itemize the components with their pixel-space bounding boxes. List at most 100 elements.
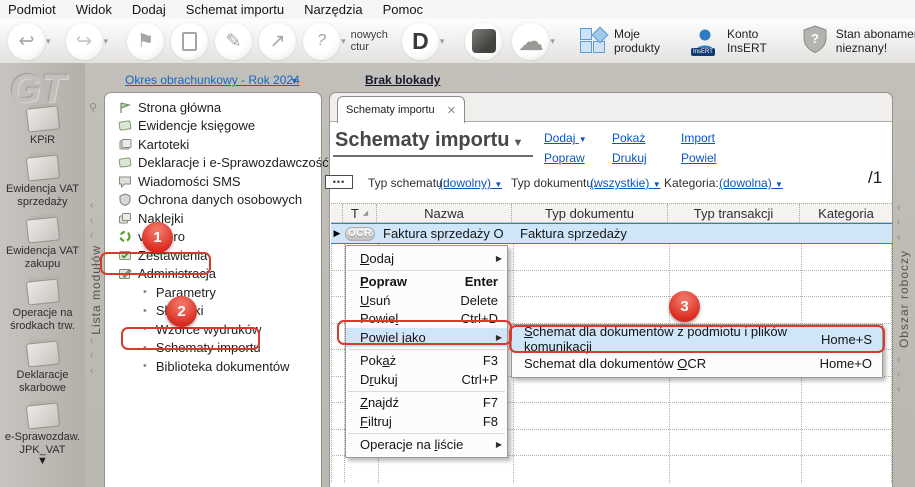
link-pokaz[interactable]: Pokaż xyxy=(612,131,645,145)
sidebar-module-ewidencja-vat-zakupu[interactable]: Ewidencja VAT zakupu xyxy=(0,218,85,271)
period-dropdown-icon[interactable]: ▼ xyxy=(290,76,299,86)
fixed-assets-icon xyxy=(25,278,59,305)
menu-dodaj[interactable]: Dodaj xyxy=(132,2,166,17)
help-bubble-button[interactable]: ? xyxy=(303,23,340,60)
highlight-box-administracja xyxy=(100,252,211,275)
cloud-icon: ☁ xyxy=(518,26,544,57)
module-list-strip[interactable]: ⚲ ‹ ‹ ‹ Lista modułów ‹ ‹ ‹ xyxy=(86,63,104,487)
truncated-toolbar-label: nowych ctur xyxy=(351,29,388,53)
tree-item-ochrona-danych[interactable]: Ochrona danych osobowych xyxy=(105,191,321,210)
tree-item-ewidencje-ksiegowe[interactable]: Ewidencje księgowe xyxy=(105,117,321,136)
sidebar-module-kpir[interactable]: KPiR xyxy=(0,107,85,147)
context-menu-item-dodaj[interactable]: Dodaj ▶ xyxy=(346,249,507,268)
workspace-strip-label: Obszar roboczy xyxy=(897,250,911,348)
sidebar-module-jpk-vat[interactable]: e-Sprawozdaw. JPK_VAT xyxy=(0,404,85,457)
submenu-item-schemat-ocr[interactable]: Schemat dla dokumentów OCR Home+O xyxy=(512,351,882,375)
more-options-button[interactable]: ••• xyxy=(325,175,353,189)
cube-button[interactable] xyxy=(465,23,502,60)
menu-separator xyxy=(348,349,505,350)
workspace-strip[interactable]: ‹ ‹ ‹ Obszar roboczy ‹ ‹ ‹ xyxy=(893,92,915,487)
cell-typ-dokumentu: Faktura sprzedaży xyxy=(512,224,668,243)
tree-item-slowniki[interactable]: • Słowniki xyxy=(105,302,321,321)
row-marker-icon: ▶ xyxy=(331,224,343,243)
menu-narzedzia[interactable]: Narzędzia xyxy=(304,2,363,17)
chevron-left-icon: ‹ xyxy=(90,335,93,346)
tree-item-naklejki[interactable]: Naklejki xyxy=(105,209,321,228)
cloud-dropdown-icon[interactable]: ▾ xyxy=(550,36,555,47)
home-flag-icon xyxy=(118,101,132,114)
cloud-button[interactable]: ☁ xyxy=(512,23,549,60)
context-menu-item-usun[interactable]: Usuń Delete xyxy=(346,291,507,310)
highlight-box-schematy-importu xyxy=(121,327,260,350)
more-modules-icon[interactable]: ▼ xyxy=(0,455,85,467)
filter-kategoria-value[interactable]: (dowolna) ▼ xyxy=(719,176,783,190)
labels-icon xyxy=(118,212,132,225)
forward-dropdown-icon[interactable]: ▾ xyxy=(104,36,109,47)
products-squares-icon xyxy=(580,28,607,55)
sort-icon: ◢ xyxy=(363,209,368,217)
new-document-button[interactable] xyxy=(171,23,208,60)
import-document-button[interactable]: ↗ xyxy=(259,23,296,60)
filter-typ-schematu-value[interactable]: (dowolny) ▼ xyxy=(439,176,502,190)
column-header-typ-transakcji[interactable]: Typ transakcji xyxy=(668,204,800,222)
link-dodaj[interactable]: Dodaj ▼ xyxy=(544,131,587,145)
menu-podmiot[interactable]: Podmiot xyxy=(8,2,56,17)
context-menu-item-drukuj[interactable]: Drukuj Ctrl+P xyxy=(346,370,507,389)
konto-insert-button[interactable]: InsERT Konto InsERT xyxy=(690,26,767,56)
edit-document-button[interactable]: ✎ xyxy=(215,23,252,60)
period-link[interactable]: Okres obrachunkowy - Rok 2024 xyxy=(125,73,300,87)
cell-nazwa: Faktura sprzedaży O xyxy=(377,224,512,243)
d-button[interactable]: D xyxy=(402,23,439,60)
sms-icon xyxy=(118,175,132,188)
menu-widok[interactable]: Widok xyxy=(76,2,112,17)
moje-produkty-button[interactable]: Moje produkty xyxy=(580,27,660,55)
help-dropdown-icon[interactable]: ▾ xyxy=(341,36,346,47)
vendero-icon xyxy=(118,230,132,243)
context-menu-item-operacje-na-liscie[interactable]: Operacje na liście ▶ xyxy=(346,436,507,455)
back-dropdown-icon[interactable]: ▾ xyxy=(46,36,51,47)
tree-item-vendero[interactable]: vendero xyxy=(105,228,321,247)
tree-item-parametry[interactable]: • Parametry xyxy=(105,283,321,302)
column-header-t[interactable]: T◢ xyxy=(343,204,377,222)
context-menu-item-pokaz[interactable]: Pokaż F3 xyxy=(346,352,507,371)
chevron-left-icon: ‹ xyxy=(90,200,93,211)
tree-item-strona-glowna[interactable]: Strona główna xyxy=(105,98,321,117)
link-powiel[interactable]: Powiel xyxy=(681,151,716,165)
link-popraw[interactable]: Popraw xyxy=(544,151,585,165)
d-dropdown-icon[interactable]: ▾ xyxy=(440,36,445,47)
tree-item-deklaracje[interactable]: Deklaracje i e-Sprawozdawczość xyxy=(105,154,321,173)
tree-item-kartoteki[interactable]: Kartoteki xyxy=(105,135,321,154)
link-drukuj[interactable]: Drukuj xyxy=(612,151,647,165)
forward-button[interactable]: ↪ xyxy=(66,23,103,60)
lock-status-link[interactable]: Brak blokady xyxy=(365,73,440,87)
menu-pomoc[interactable]: Pomoc xyxy=(383,2,423,17)
column-header-typ-dokumentu[interactable]: Typ dokumentu xyxy=(512,204,668,222)
submenu-arrow-icon: ▶ xyxy=(496,254,502,263)
question-bubble-icon: ? xyxy=(317,32,326,50)
column-header-nazwa[interactable]: Nazwa xyxy=(377,204,512,222)
sidebar-module-operacje-srodki-trwale[interactable]: Operacje na środkach trw. xyxy=(0,280,85,333)
step-badge-3: 3 xyxy=(669,291,700,322)
back-button[interactable]: ↩ xyxy=(8,23,45,60)
page-title[interactable]: Schematy importu▼ xyxy=(333,129,533,157)
tree-item-wiadomosci-sms[interactable]: Wiadomości SMS xyxy=(105,172,321,191)
context-menu-item-filtruj[interactable]: Filtruj F8 xyxy=(346,412,507,431)
chevron-left-icon: ‹ xyxy=(90,350,93,361)
menu-schemat-importu[interactable]: Schemat importu xyxy=(186,2,284,17)
flag-button[interactable]: ⚑ xyxy=(127,23,164,60)
table-row[interactable]: ▶ OCR Faktura sprzedaży O Faktura sprzed… xyxy=(331,223,892,244)
link-import[interactable]: Import xyxy=(681,131,715,145)
tree-item-biblioteka-dokumentow[interactable]: • Biblioteka dokumentów xyxy=(105,357,321,376)
column-header-kategoria[interactable]: Kategoria xyxy=(800,204,892,222)
title-dropdown-icon[interactable]: ▼ xyxy=(512,137,523,149)
context-menu-item-popraw[interactable]: Popraw Enter xyxy=(346,273,507,292)
sidebar-module-deklaracje-skarbowe[interactable]: Deklaracje skarbowe xyxy=(0,342,85,395)
pin-icon[interactable]: ⚲ xyxy=(89,101,97,114)
filter-typ-dokumentu-value[interactable]: (wszystkie) ▼ xyxy=(590,176,661,190)
context-menu-item-znajdz[interactable]: Znajdź F7 xyxy=(346,394,507,413)
sidebar-module-ewidencja-vat-sprzedazy[interactable]: Ewidencja VAT sprzedaży xyxy=(0,156,85,209)
subscription-status[interactable]: ? Stan abonamentu nieznany! xyxy=(801,24,915,59)
tab-schematy-importu[interactable]: Schematy importu ✕ xyxy=(337,96,465,123)
submenu-arrow-icon: ▶ xyxy=(496,440,502,449)
tab-close-icon[interactable]: ✕ xyxy=(447,104,456,117)
